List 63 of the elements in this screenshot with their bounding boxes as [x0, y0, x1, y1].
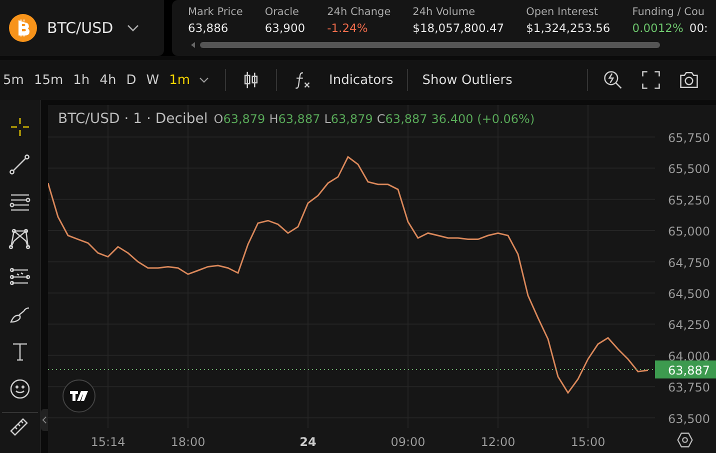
interval-button[interactable]: 5m [0, 72, 29, 88]
price-tick: 65,000 [668, 224, 710, 239]
collapse-handle[interactable] [41, 409, 48, 431]
ohlc-value: 63,879 [330, 112, 373, 126]
stat-label: Mark Price [188, 6, 243, 18]
chart-title: BTC/USD · 1 · Decibel [58, 111, 208, 127]
show-outliers-button[interactable]: Show Outliers [414, 72, 520, 88]
price-tick: 65,750 [668, 130, 710, 145]
stat-value: 63,900 [264, 21, 306, 35]
interval-button[interactable]: 1m [164, 72, 195, 88]
price-tick: 65,250 [668, 193, 710, 208]
price-tick: 64,250 [668, 318, 710, 332]
stat-value: $1,324,253.56 [526, 21, 610, 35]
stat-label: 24h Volume [412, 6, 476, 18]
smiley-icon[interactable] [8, 377, 32, 402]
time-tick: 15:14 [90, 435, 126, 449]
caret-icon[interactable] [199, 77, 209, 83]
price-tick: 65,500 [668, 162, 710, 176]
ohlc-value: 63,887 [385, 112, 428, 126]
ohlc-value: 63,879 [223, 112, 266, 126]
stat-value: -1.24% [327, 21, 368, 35]
stat-value: 0.0012% [632, 21, 684, 35]
stat-value: 00: [689, 21, 708, 35]
ohlc-label: H [269, 112, 278, 126]
stat-label: 24h Change [327, 6, 391, 18]
price-change: 36.400 (+0.06%) [431, 112, 535, 126]
interval-button[interactable]: D [121, 72, 142, 88]
time-tick: 09:00 [390, 435, 426, 449]
time-tick: 12:00 [480, 435, 516, 449]
stat-value: 63,886 [188, 21, 228, 35]
interval-button[interactable]: 1h [68, 72, 95, 88]
ohlc-value: 63,887 [278, 112, 320, 126]
fullscreen-icon[interactable] [640, 69, 662, 91]
price-tick: 64,750 [668, 256, 710, 270]
ohlc-label: C [376, 112, 386, 126]
price-tick: 63,500 [668, 412, 710, 426]
stat-label: Funding / Cou [632, 6, 706, 18]
trend-line-icon[interactable] [8, 152, 32, 176]
stat-value: $18,057,800.47 [412, 21, 504, 35]
camera-icon[interactable] [678, 69, 700, 91]
stat-label: Oracle [264, 6, 300, 18]
interval-button[interactable]: 4h [94, 72, 122, 88]
stat-label: Open Interest [526, 6, 599, 18]
price-tick: 64,500 [668, 286, 710, 301]
ohlc-label: O [214, 112, 224, 126]
search-icon[interactable] [602, 69, 624, 91]
interval-button[interactable]: W [141, 72, 164, 88]
ref-line-label: 63,887 [668, 363, 710, 378]
indicators-button[interactable]: Indicators [321, 72, 402, 88]
interval-button[interactable]: 15m [28, 72, 68, 88]
time-tick: 18:00 [170, 435, 206, 449]
chevron-down-icon [127, 24, 140, 32]
current-price-label: 63,887 [655, 360, 716, 378]
logo-icon[interactable] [62, 379, 96, 413]
market-selector[interactable]: BTC/USD [0, 0, 164, 56]
bitcoin-icon [9, 14, 37, 42]
settings-icon[interactable] [676, 431, 694, 449]
price-tick: 63,750 [668, 380, 710, 395]
ohlc-label: L [324, 112, 331, 126]
time-tick: 24 [300, 435, 316, 449]
pattern-icon[interactable] [8, 227, 32, 252]
time-tick: 15:00 [570, 435, 606, 449]
market-symbol: BTC/USD [47, 19, 114, 37]
